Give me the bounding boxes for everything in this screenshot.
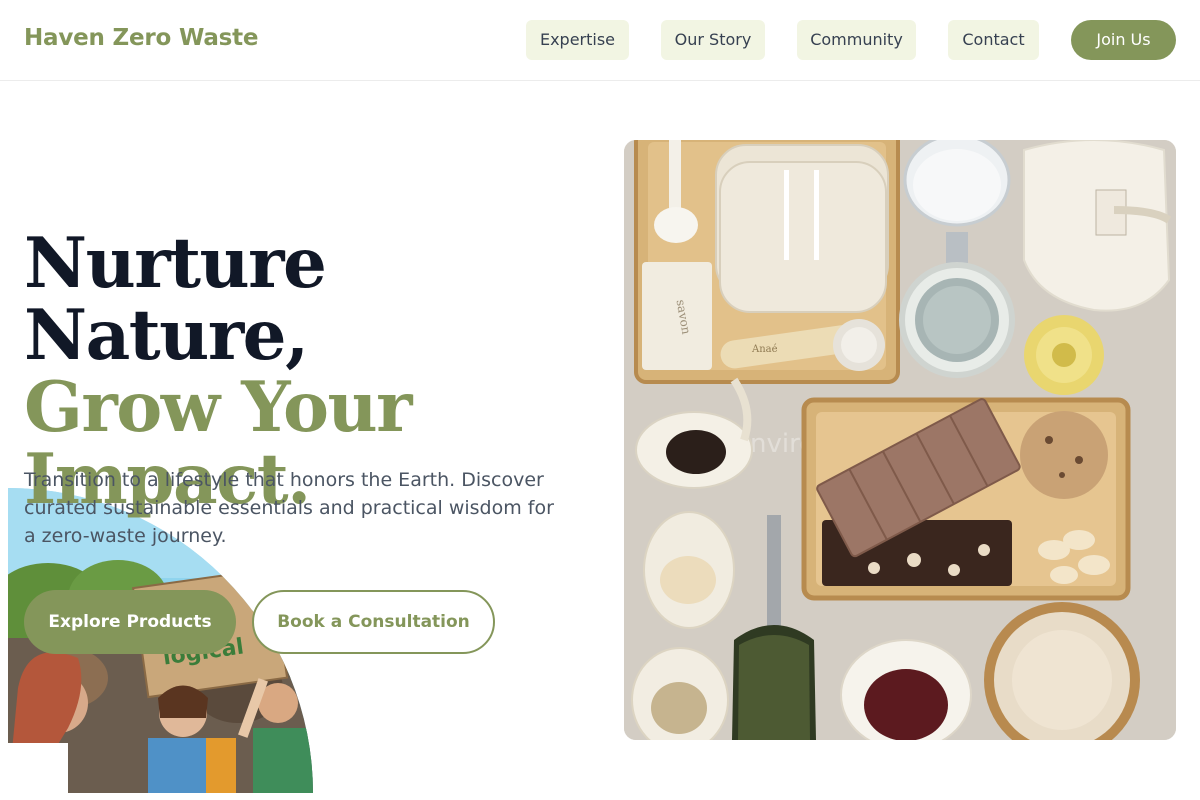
book-consultation-button[interactable]: Book a Consultation xyxy=(252,590,495,654)
brand-logo[interactable]: Haven Zero Waste xyxy=(24,25,259,51)
hero-subtitle: Transition to a lifestyle that honors th… xyxy=(24,469,554,547)
hero-title-line-1: Nurture Nature, xyxy=(24,223,327,376)
nav-link-community[interactable]: Community xyxy=(797,20,916,60)
nav-link-our-story[interactable]: Our Story xyxy=(661,20,765,60)
site-header: Haven Zero Waste Expertise Our Story Com… xyxy=(0,0,1200,81)
hero-title-line-2: Grow Your xyxy=(24,367,413,448)
svg-text:Anaé: Anaé xyxy=(751,344,778,355)
nav-link-expertise[interactable]: Expertise xyxy=(526,20,629,60)
join-us-button[interactable]: Join Us xyxy=(1071,20,1176,60)
zero-waste-products-image: savon Anaé environmentally xyxy=(624,140,1176,740)
explore-products-button[interactable]: Explore Products xyxy=(24,590,236,654)
nav-link-contact[interactable]: Contact xyxy=(948,20,1039,60)
